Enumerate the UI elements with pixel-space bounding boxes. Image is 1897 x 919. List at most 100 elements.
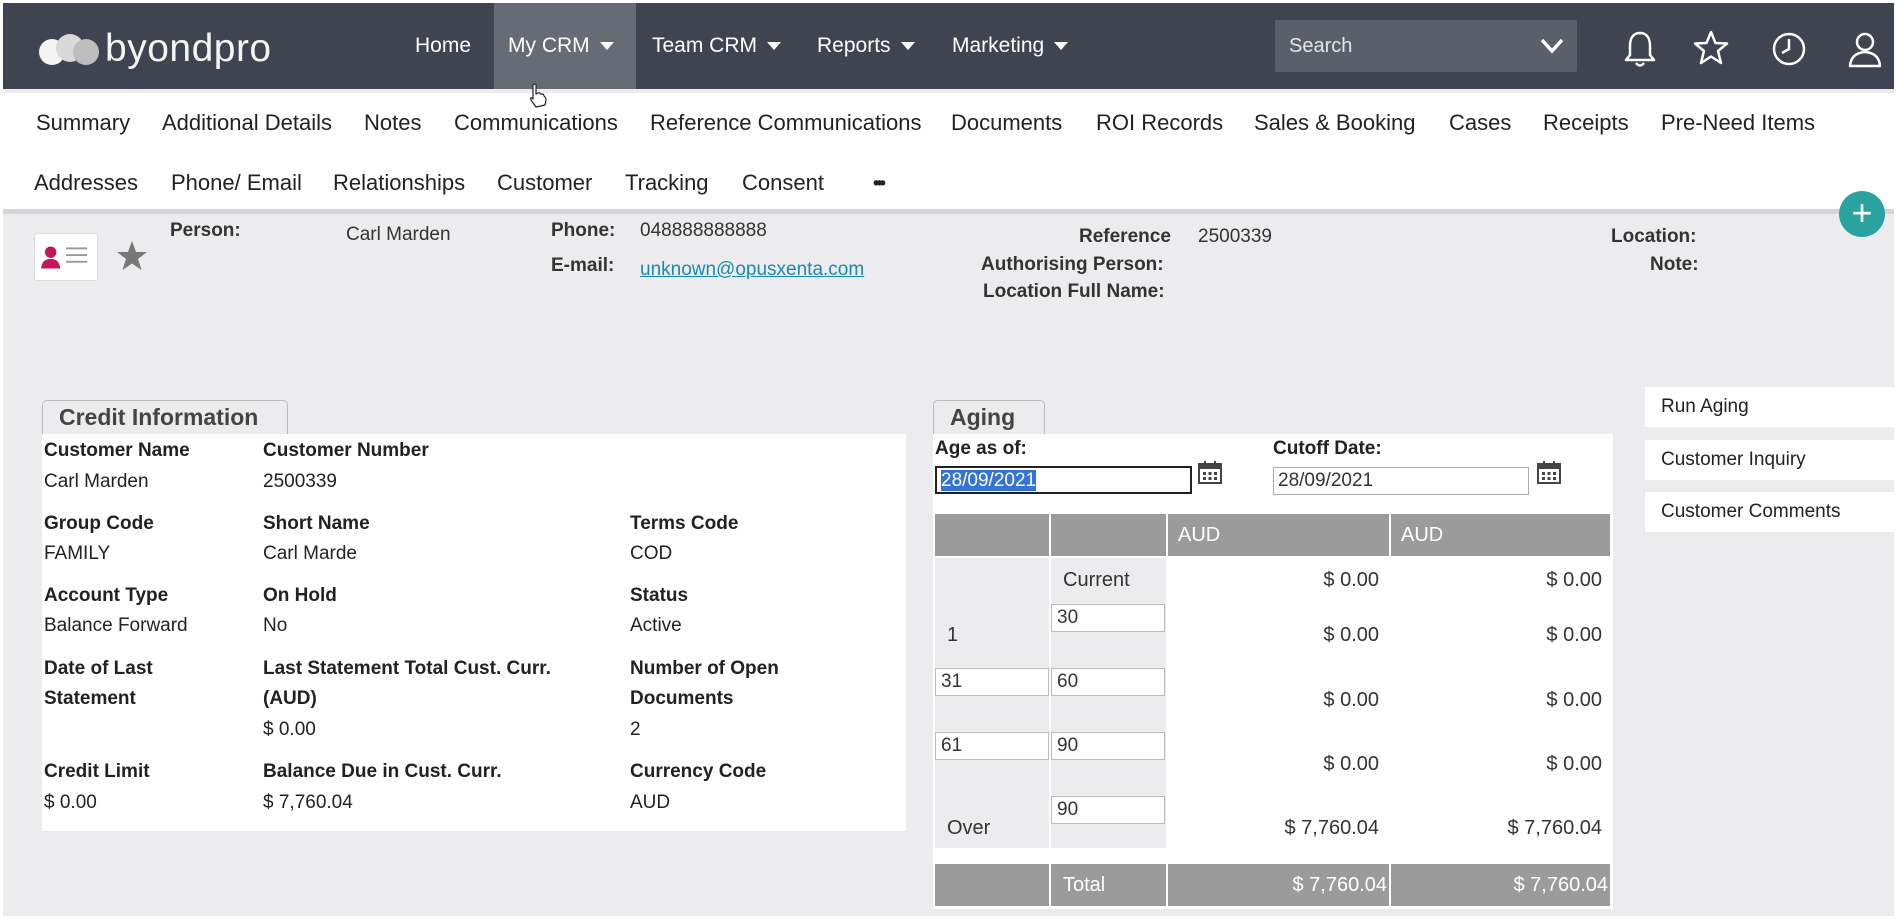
credit-limit-label: Credit Limit [44, 761, 150, 782]
nav-home-label: Home [415, 34, 472, 57]
customer-comments-button[interactable]: Customer Comments [1645, 492, 1894, 532]
hand-cursor-icon [530, 83, 547, 108]
grid-bucket-from-column [935, 558, 1049, 848]
row-current-value-2: $ 0.00 [1546, 569, 1602, 591]
last-statement-date-label-2: Statement [44, 688, 136, 709]
nav-reports[interactable]: Reports [803, 3, 929, 89]
grid-total-blank [935, 864, 1049, 906]
app-frame: byondpro Home My CRM Team CRM Reports Ma… [3, 3, 1894, 916]
credit-limit-value: $ 0.00 [44, 792, 97, 813]
aging-panel: Age as of: 28/09/2021 Cutoff Date: 28/09… [933, 434, 1613, 909]
row-over-label: Over [947, 817, 991, 839]
tab-sales-booking[interactable]: Sales & Booking [1254, 93, 1415, 153]
location-label: Location: [1611, 226, 1697, 247]
group-code-value: FAMILY [44, 543, 111, 564]
credit-info-title: Credit Information [42, 400, 288, 434]
star-icon[interactable] [1692, 29, 1730, 69]
total-value-2: $ 7,760.04 [1391, 864, 1610, 906]
balance-due-value: $ 7,760.04 [263, 792, 353, 813]
bell-icon[interactable] [1621, 29, 1659, 69]
row-1-value-1: $ 0.00 [1323, 624, 1379, 646]
tab-phone-email[interactable]: Phone/ Email [171, 153, 302, 213]
tab-reference-communications[interactable]: Reference Communications [650, 93, 921, 153]
contact-card-icon [34, 233, 98, 281]
last-statement-total-label: Last Statement Total Cust. Curr. [263, 658, 551, 679]
currency-code-label: Currency Code [630, 761, 767, 782]
age-as-of-value: 28/09/2021 [941, 470, 1037, 491]
tab-additional-details[interactable]: Additional Details [162, 93, 332, 153]
credit-info-panel: Customer Name Carl Marden Customer Numbe… [42, 434, 906, 831]
search-input[interactable] [1275, 20, 1525, 72]
on-hold-label: On Hold [263, 585, 337, 606]
user-profile-icon[interactable] [1846, 29, 1884, 69]
on-hold-value: No [263, 615, 288, 636]
authorising-person-label: Authorising Person: [981, 254, 1164, 275]
nav-my-crm-label: My CRM [508, 34, 590, 57]
cutoff-date-input[interactable]: 28/09/2021 [1273, 467, 1529, 495]
tab-customer[interactable]: Customer [497, 153, 593, 213]
nav-team-crm[interactable]: Team CRM [638, 3, 795, 89]
terms-code-value: COD [630, 543, 673, 564]
chevron-down-icon[interactable] [1537, 32, 1567, 60]
nav-team-crm-label: Team CRM [652, 34, 758, 57]
calendar-icon[interactable] [1536, 460, 1562, 486]
status-value: Active [630, 615, 682, 636]
tab-relationships[interactable]: Relationships [333, 153, 465, 213]
tab-notes[interactable]: Notes [364, 93, 421, 153]
favorite-star-icon[interactable] [115, 239, 149, 273]
tab-summary[interactable]: Summary [36, 93, 130, 153]
bucket-2-to-input[interactable]: 60 [1051, 668, 1165, 696]
tab-roi-records[interactable]: ROI Records [1096, 93, 1223, 153]
row-current-value-1: $ 0.00 [1323, 569, 1379, 591]
nav-my-crm[interactable]: My CRM [494, 3, 636, 89]
nav-home[interactable]: Home [401, 3, 485, 89]
tab-more[interactable]: ••• [873, 153, 886, 213]
terms-code-label: Terms Code [630, 513, 739, 534]
add-button[interactable]: + [1839, 191, 1885, 237]
tab-consent[interactable]: Consent [742, 153, 824, 213]
calendar-icon[interactable] [1197, 460, 1223, 486]
tab-addresses[interactable]: Addresses [34, 153, 138, 213]
customer-inquiry-button[interactable]: Customer Inquiry [1645, 440, 1894, 480]
status-label: Status [630, 585, 689, 606]
run-aging-button[interactable]: Run Aging [1645, 387, 1894, 427]
bucket-2-from-input[interactable]: 31 [935, 668, 1049, 696]
tab-pre-need-items[interactable]: Pre-Need Items [1661, 93, 1815, 153]
reference-value: 2500339 [1198, 226, 1272, 247]
row-current-label: Current [1063, 569, 1130, 591]
email-link[interactable]: unknown@opusxenta.com [640, 259, 864, 281]
open-documents-label: Number of Open [630, 658, 779, 679]
total-label: Total [1051, 864, 1166, 906]
caret-down-icon [599, 42, 614, 51]
nav-marketing[interactable]: Marketing [938, 3, 1082, 89]
grid-header-aud-2: AUD [1391, 514, 1610, 556]
grid-header-blank [1051, 514, 1166, 556]
group-code-label: Group Code [44, 513, 154, 534]
brand-name: byondpro [105, 27, 272, 70]
person-label: Person: [170, 220, 241, 241]
customer-number-value: 2500339 [263, 471, 337, 492]
bucket-3-from-input[interactable]: 61 [935, 732, 1049, 760]
age-as-of-input[interactable]: 28/09/2021 [935, 466, 1192, 494]
bucket-over-input[interactable]: 90 [1051, 796, 1165, 824]
row-3-value-2: $ 0.00 [1546, 753, 1602, 775]
grid-header-blank [935, 514, 1049, 556]
caret-down-icon [767, 42, 782, 51]
last-statement-total-label-2: (AUD) [263, 688, 317, 709]
logo-mark-icon [39, 32, 101, 66]
clock-icon[interactable] [1770, 29, 1808, 69]
total-value-1: $ 7,760.04 [1168, 864, 1389, 906]
last-statement-total-value: $ 0.00 [263, 719, 316, 740]
brand-logo[interactable]: byondpro [39, 27, 272, 70]
tab-tracking[interactable]: Tracking [625, 153, 709, 213]
bucket-1-to-input[interactable]: 30 [1051, 604, 1165, 632]
bucket-3-to-input[interactable]: 90 [1051, 732, 1165, 760]
tab-cases[interactable]: Cases [1449, 93, 1511, 153]
caret-down-icon [900, 42, 915, 51]
reference-label: Reference [1079, 226, 1171, 247]
row-3-value-1: $ 0.00 [1323, 753, 1379, 775]
tab-receipts[interactable]: Receipts [1543, 93, 1629, 153]
row-2-value-2: $ 0.00 [1546, 689, 1602, 711]
account-type-value: Balance Forward [44, 615, 188, 636]
tab-documents[interactable]: Documents [951, 93, 1062, 153]
